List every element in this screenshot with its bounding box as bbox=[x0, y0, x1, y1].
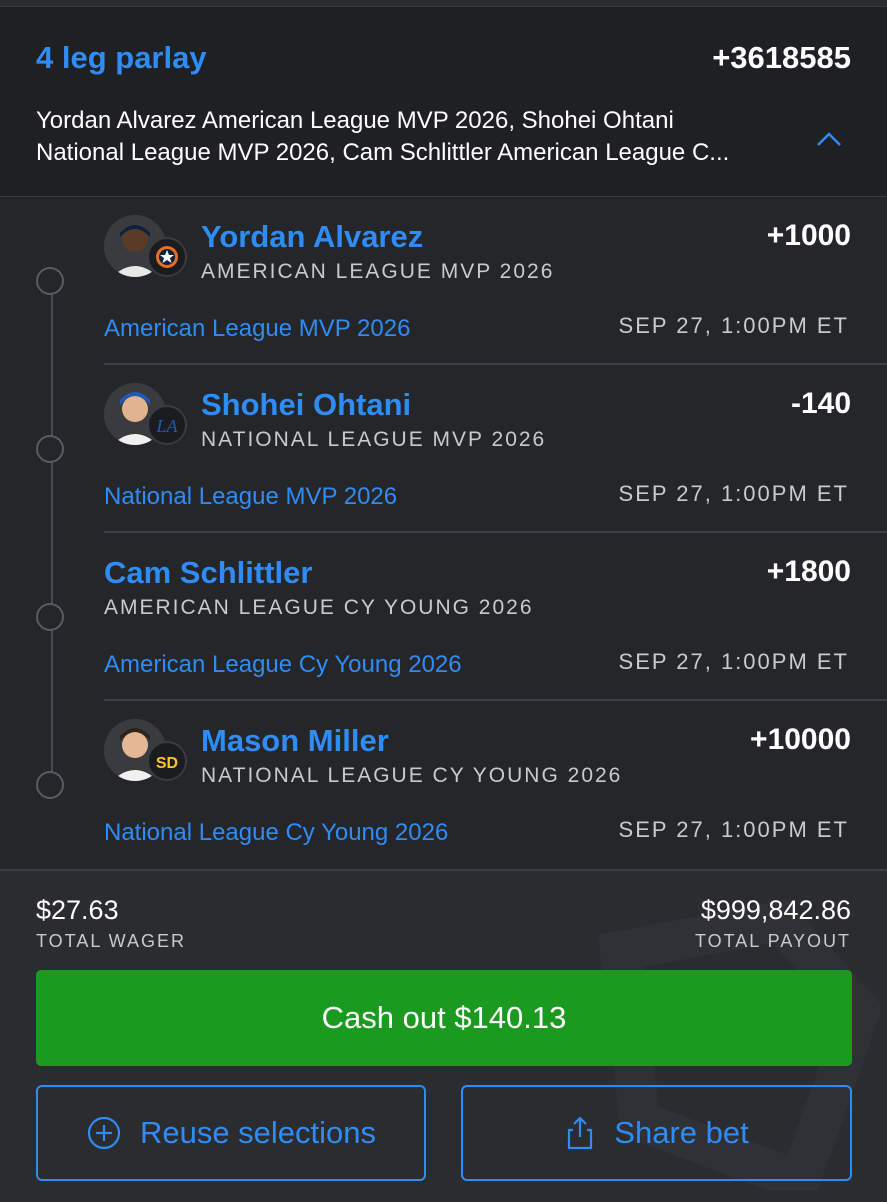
market-label: AMERICAN LEAGUE CY YOUNG 2026 bbox=[104, 596, 534, 619]
timeline-node bbox=[36, 435, 64, 463]
timeline-node bbox=[36, 267, 64, 295]
total-payout: $999,842.86 bbox=[700, 895, 851, 925]
cash-out-button[interactable]: Cash out $140.13 bbox=[36, 970, 852, 1066]
team-logo-icon: SD bbox=[147, 741, 187, 781]
leg-odds: +1000 bbox=[766, 219, 851, 252]
leg-row[interactable]: Cam Schlittler AMERICAN LEAGUE CY YOUNG … bbox=[0, 533, 887, 701]
svg-text:LA: LA bbox=[155, 416, 178, 436]
event-link[interactable]: National League MVP 2026 bbox=[104, 483, 397, 511]
market-label: NATIONAL LEAGUE CY YOUNG 2026 bbox=[201, 764, 623, 787]
parlay-summary-line: Yordan Alvarez American League MVP 2026,… bbox=[36, 107, 674, 134]
event-link[interactable]: American League Cy Young 2026 bbox=[104, 651, 462, 679]
event-time: SEP 27, 1:00PM ET bbox=[618, 649, 849, 674]
reuse-selections-button[interactable]: Reuse selections bbox=[36, 1085, 426, 1181]
timeline-node bbox=[36, 603, 64, 631]
market-label: AMERICAN LEAGUE MVP 2026 bbox=[201, 260, 555, 283]
team-logo-icon bbox=[147, 237, 187, 277]
leg-odds: -140 bbox=[790, 387, 851, 420]
chevron-up-icon[interactable] bbox=[812, 123, 846, 157]
parlay-odds: +3618585 bbox=[712, 40, 851, 75]
player-name[interactable]: Shohei Ohtani bbox=[201, 387, 411, 423]
player-name[interactable]: Mason Miller bbox=[201, 723, 389, 759]
player-name[interactable]: Cam Schlittler bbox=[104, 555, 312, 591]
share-bet-label: Share bet bbox=[614, 1115, 749, 1150]
reuse-selections-label: Reuse selections bbox=[139, 1115, 377, 1150]
share-bet-button[interactable]: Share bet bbox=[461, 1085, 852, 1181]
leg-row[interactable]: LA Shohei Ohtani NATIONAL LEAGUE MVP 202… bbox=[0, 365, 887, 533]
team-logo-icon: LA bbox=[147, 405, 187, 445]
leg-row[interactable]: Yordan Alvarez AMERICAN LEAGUE MVP 2026 … bbox=[0, 197, 887, 365]
total-wager-label: TOTAL WAGER bbox=[36, 931, 187, 951]
timeline-node bbox=[36, 771, 64, 799]
leg-odds: +10000 bbox=[750, 723, 851, 756]
total-wager: $27.63 bbox=[36, 895, 119, 925]
event-time: SEP 27, 1:00PM ET bbox=[618, 817, 849, 842]
event-time: SEP 27, 1:00PM ET bbox=[618, 313, 849, 338]
parlay-summary: Yordan Alvarez American League MVP 2026,… bbox=[36, 105, 796, 169]
leg-row[interactable]: SD Mason Miller NATIONAL LEAGUE CY YOUNG… bbox=[0, 701, 887, 869]
top-divider bbox=[0, 0, 887, 7]
leg-odds: +1800 bbox=[766, 555, 851, 588]
parlay-summary-line: National League MVP 2026, Cam Schlittler… bbox=[36, 139, 730, 166]
market-label: NATIONAL LEAGUE MVP 2026 bbox=[201, 428, 547, 451]
event-link[interactable]: American League MVP 2026 bbox=[104, 315, 410, 343]
event-time: SEP 27, 1:00PM ET bbox=[618, 481, 849, 506]
parlay-header[interactable]: 4 leg parlay +3618585 Yordan Alvarez Ame… bbox=[0, 7, 887, 197]
share-icon bbox=[564, 1115, 596, 1151]
plus-circle-icon bbox=[86, 1115, 122, 1151]
svg-text:SD: SD bbox=[156, 755, 178, 772]
total-payout-label: TOTAL PAYOUT bbox=[694, 931, 851, 951]
parlay-title: 4 leg parlay bbox=[36, 40, 207, 75]
bet-footer: $27.63 TOTAL WAGER $999,842.86 TOTAL PAY… bbox=[0, 869, 887, 1202]
event-link[interactable]: National League Cy Young 2026 bbox=[104, 819, 448, 847]
player-name[interactable]: Yordan Alvarez bbox=[201, 219, 423, 255]
parlay-legs: Yordan Alvarez AMERICAN LEAGUE MVP 2026 … bbox=[0, 197, 887, 869]
